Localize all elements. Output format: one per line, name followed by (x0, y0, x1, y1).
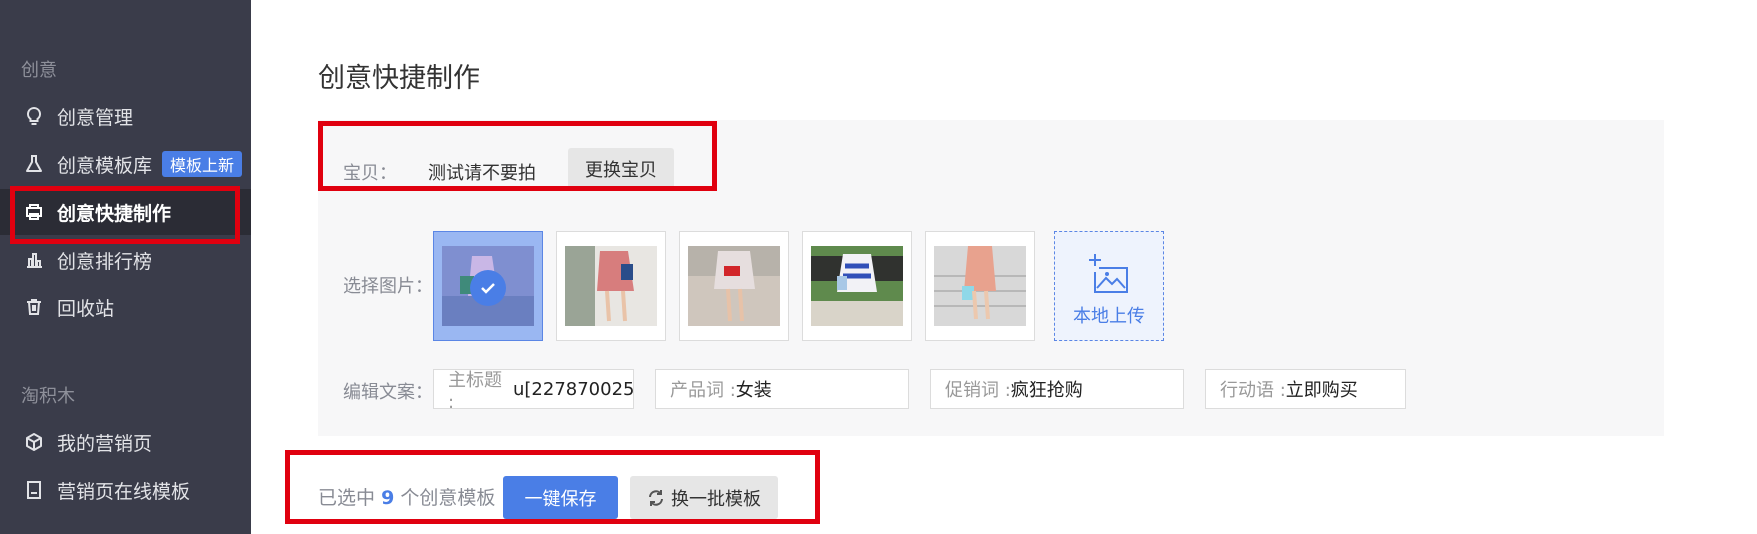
field-value: u[227870025 (512, 378, 633, 400)
baby-label: 宝贝： (343, 163, 397, 184)
printer-icon (23, 201, 45, 223)
sidebar: 创意 创意管理 创意模板库 模板上新 创意快捷制作 创意排行榜 回收站 淘积木 (0, 0, 251, 534)
sidebar-item-creative-management[interactable]: 创意管理 (0, 93, 251, 139)
baby-value: 测试请不要拍 (428, 163, 536, 184)
field-prefix: 产品词 : (670, 380, 736, 401)
product-photo (688, 246, 780, 326)
local-upload-button[interactable]: 本地上传 (1054, 231, 1164, 341)
main-title-field[interactable]: 主标题 : u[227870025 (433, 369, 634, 413)
sidebar-item-label: 我的营销页 (57, 432, 153, 455)
sidebar-item-ranking[interactable]: 创意排行榜 (0, 237, 251, 283)
trash-icon (23, 296, 45, 318)
field-value: 疯狂抢购 (1010, 380, 1083, 401)
sidebar-item-recycle-bin[interactable]: 回收站 (0, 284, 251, 330)
image-thumbnail[interactable] (802, 231, 912, 341)
field-value: 女装 (735, 380, 772, 401)
product-photo (934, 246, 1026, 326)
sidebar-item-quick-create[interactable]: 创意快捷制作 (0, 189, 251, 235)
change-item-button[interactable]: 更换宝贝 (568, 148, 674, 189)
product-photo (565, 246, 657, 326)
sidebar-item-label: 回收站 (57, 297, 115, 320)
sidebar-item-online-templates[interactable]: 营销页在线模板 (0, 467, 251, 513)
sidebar-item-label: 创意排行榜 (57, 250, 153, 273)
sidebar-item-label: 营销页在线模板 (57, 480, 191, 503)
select-images-label: 选择图片： (343, 276, 433, 297)
one-click-save-button[interactable]: 一键保存 (503, 476, 618, 519)
lightbulb-icon (23, 105, 45, 127)
selected-suffix: 个创意模板 (400, 487, 496, 509)
cube-icon (23, 431, 45, 453)
field-prefix: 主标题 : (448, 369, 502, 413)
sidebar-item-label: 创意快捷制作 (57, 202, 172, 225)
selected-check-icon (470, 270, 506, 306)
image-thumbnail[interactable] (925, 231, 1035, 341)
swap-templates-label: 换一批模板 (671, 488, 761, 510)
field-prefix: 促销词 : (945, 380, 1011, 401)
sidebar-item-label: 创意管理 (57, 106, 134, 129)
sidebar-section-taojimu: 淘积木 (21, 386, 75, 407)
upload-label: 本地上传 (1073, 306, 1145, 327)
bar-chart-icon (23, 249, 45, 271)
flask-icon (23, 153, 45, 175)
sidebar-item-label: 创意模板库 (57, 154, 153, 177)
product-word-field[interactable]: 产品词 : 女装 (655, 369, 909, 409)
selected-count-text: 已选中 9 个创意模板 (318, 483, 495, 510)
selected-prefix: 已选中 (318, 487, 376, 509)
field-prefix: 行动语 : (1220, 380, 1286, 401)
sidebar-item-template-library[interactable]: 创意模板库 模板上新 (0, 141, 251, 187)
add-image-icon (1089, 254, 1128, 293)
promo-word-field[interactable]: 促销词 : 疯狂抢购 (930, 369, 1184, 409)
call-to-action-field[interactable]: 行动语 : 立即购买 (1205, 369, 1406, 409)
refresh-icon (647, 489, 665, 507)
image-thumbnail[interactable] (679, 231, 789, 341)
page-icon (23, 479, 45, 501)
swap-templates-button[interactable]: 换一批模板 (630, 476, 778, 519)
image-thumbnail[interactable] (556, 231, 666, 341)
product-photo (811, 246, 903, 326)
new-templates-badge: 模板上新 (162, 151, 243, 177)
sidebar-section-creative: 创意 (21, 60, 57, 81)
image-thumbnail[interactable] (433, 231, 543, 341)
field-value: 立即购买 (1285, 380, 1358, 401)
sidebar-item-my-marketing-pages[interactable]: 我的营销页 (0, 419, 251, 465)
selected-count: 9 (381, 487, 395, 509)
edit-copy-label: 编辑文案： (343, 382, 433, 403)
page-title: 创意快捷制作 (318, 63, 480, 94)
